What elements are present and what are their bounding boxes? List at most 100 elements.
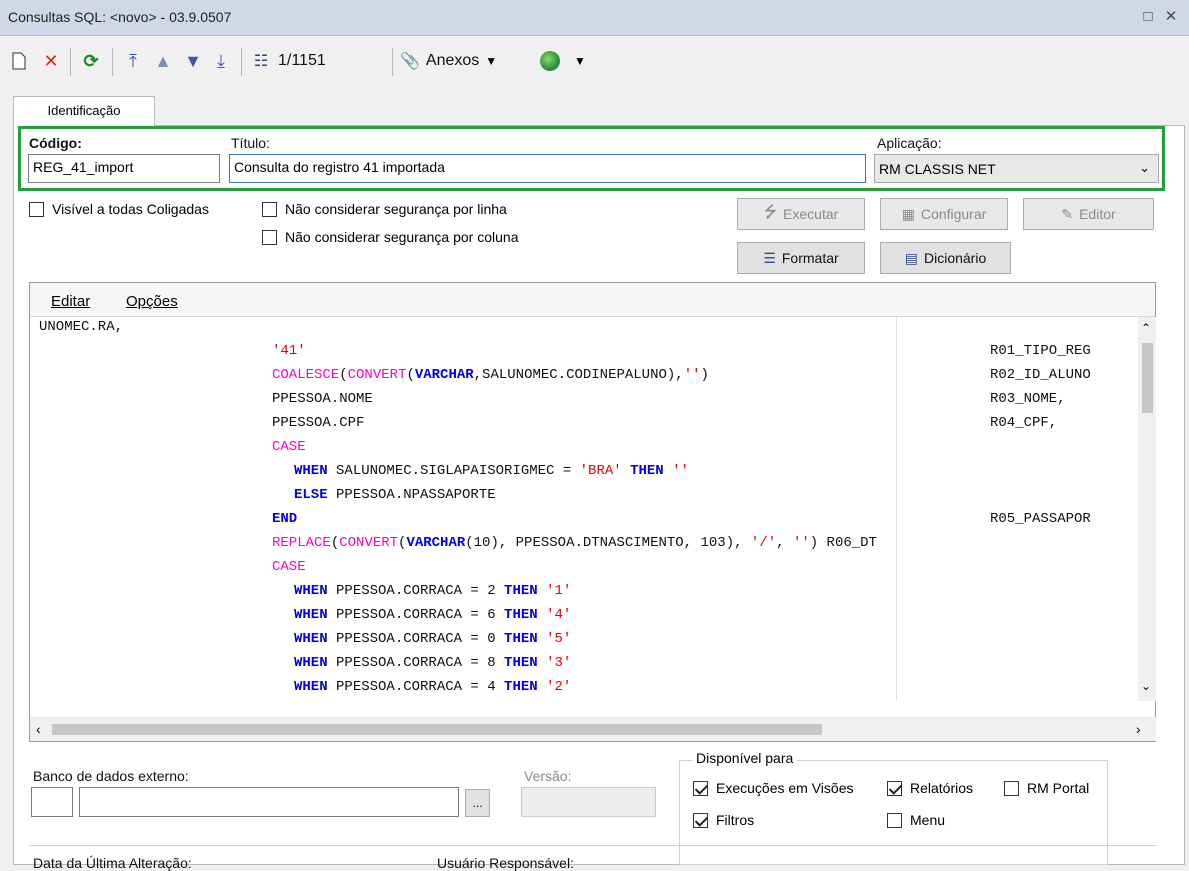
executar-label: Executar [783, 206, 839, 222]
anexos-label: Anexos [425, 52, 480, 69]
binoculars-icon[interactable]: ☷ [248, 46, 274, 76]
menu-checkbox[interactable]: Menu [887, 812, 945, 828]
versao-label: Versão: [524, 768, 572, 784]
relatorios-checkbox[interactable]: Relatórios [887, 780, 973, 796]
editor-menubar: Editar Opções [30, 283, 1155, 317]
code-line: '41' [272, 343, 306, 359]
close-window-icon[interactable]: ✕ [1160, 6, 1182, 28]
divider [29, 845, 1156, 846]
checkbox-box [262, 201, 277, 217]
new-document-icon[interactable] [6, 46, 32, 76]
code-line: R01_TIPO_REG [990, 343, 1091, 359]
code-area[interactable]: UNOMEC.RA, '41' R01_TIPO_REG COALESCE(CO… [30, 317, 1138, 701]
format-lines-icon: ☰ [763, 249, 776, 266]
code-line: PPESSOA.NOME [272, 391, 373, 407]
code-line: END [272, 511, 298, 527]
grid-icon: ▦ [901, 205, 915, 222]
code-line: PPESSOA.CPF [272, 415, 365, 431]
code-line: COALESCE(CONVERT(VARCHAR,SALUNOMEC.CODIN… [272, 367, 709, 383]
restore-icon[interactable]: □ [1137, 6, 1159, 28]
scroll-up-icon[interactable]: ⌃ [1141, 321, 1151, 335]
banco-name-field[interactable] [79, 787, 459, 817]
banco-label: Banco de dados externo: [33, 768, 189, 784]
code-line: WHEN PPESSOA.CORRACA = 0 THEN '5' [294, 631, 572, 647]
record-counter: 1/1151 [278, 52, 326, 69]
data-alteracao-label: Data da Última Alteração: [33, 855, 192, 871]
configurar-button[interactable]: ▦ Configurar [880, 198, 1008, 230]
horizontal-scroll-thumb[interactable] [52, 724, 822, 735]
right-margin-line [896, 317, 897, 701]
checkbox-checked [693, 812, 708, 828]
visivel-label: Visível a todas Coligadas [52, 201, 209, 217]
lightning-icon: ⭍ [763, 203, 778, 221]
versao-field [521, 787, 656, 817]
vertical-scrollbar[interactable]: ⌃ ⌄ [1138, 317, 1156, 701]
browse-button[interactable]: ... [465, 789, 490, 817]
chevron-down-icon: ▼ [485, 54, 498, 68]
checkbox-box [887, 812, 902, 828]
executar-button[interactable]: ⭍ Executar [737, 198, 865, 230]
titulo-field[interactable]: Consulta do registro 41 importada [229, 154, 866, 183]
formatar-label: Formatar [781, 250, 839, 266]
banco-code-field[interactable] [31, 787, 73, 817]
delete-icon[interactable]: ✕ [38, 46, 64, 76]
horizontal-scrollbar[interactable]: ‹ › [30, 717, 1156, 741]
code-line: WHEN PPESSOA.CORRACA = 2 THEN '1' [294, 583, 572, 599]
code-line: WHEN PPESSOA.CORRACA = 4 THEN '2' [294, 679, 572, 695]
next-record-icon[interactable]: ▼ [180, 46, 206, 76]
visivel-coligadas-checkbox[interactable]: Visível a todas Coligadas [29, 201, 209, 217]
anexos-button[interactable]: 📎 Anexos ▼ [400, 46, 530, 76]
aplicacao-value: RM CLASSIS NET [879, 161, 996, 177]
aplicacao-select[interactable]: RM CLASSIS NET ⌄ [874, 154, 1159, 183]
paperclip-icon: 📎 [400, 53, 420, 70]
scroll-left-icon[interactable]: ‹ [36, 721, 41, 737]
sql-editor[interactable]: Editar Opções UNOMEC.RA, '41' R01_TIPO_R… [29, 282, 1156, 742]
editor-button[interactable]: ✎ Editor [1023, 198, 1154, 230]
rm-portal-checkbox[interactable]: RM Portal [1004, 780, 1089, 796]
scroll-right-icon[interactable]: › [1136, 721, 1141, 737]
filtros-checkbox[interactable]: Filtros [693, 812, 754, 828]
window-titlebar: Consultas SQL: <novo> - 03.9.0507 □ ✕ [0, 0, 1189, 36]
code-line: UNOMEC.RA, [39, 319, 124, 335]
exec-visoes-label: Execuções em Visões [716, 780, 854, 796]
last-record-icon[interactable]: ⤓ [208, 46, 234, 76]
code-line: R02_ID_ALUNO [990, 367, 1091, 383]
code-line: CASE [272, 439, 306, 455]
tab-identificacao[interactable]: Identificação [13, 96, 155, 126]
usuario-label: Usuário Responsável: [437, 855, 574, 871]
seg-coluna-label: Não considerar segurança por coluna [285, 229, 519, 245]
chevron-down-icon: ⌄ [1139, 160, 1150, 175]
edit-document-icon: ✎ [1061, 205, 1074, 222]
formatar-button[interactable]: ☰ Formatar [737, 242, 865, 274]
codigo-label: Código: [29, 135, 82, 151]
toolbar: ✕ ⟳ ⤒ ▲ ▼ ⤓ ☷ 1/1151 📎 Anexos ▼ ▼ [0, 38, 1189, 84]
codigo-field[interactable]: REG_41_import [28, 154, 220, 183]
checkbox-box [262, 229, 277, 245]
checkbox-box [29, 201, 44, 217]
vertical-scroll-thumb[interactable] [1142, 343, 1153, 413]
code-line: R04_CPF, [990, 415, 1058, 431]
exec-visoes-checkbox[interactable]: Execuções em Visões [693, 780, 853, 796]
menu-editar[interactable]: Editar [51, 293, 90, 310]
scroll-down-icon[interactable]: ⌄ [1141, 679, 1151, 693]
first-record-icon[interactable]: ⤒ [120, 46, 146, 76]
disponivel-title: Disponível para [692, 750, 798, 766]
window-title: Consultas SQL: <novo> - 03.9.0507 [8, 9, 232, 25]
dicionario-label: Dicionário [923, 250, 987, 266]
code-line: ELSE PPESSOA.NPASSAPORTE [294, 487, 496, 503]
globe-menu-button[interactable]: ▼ [540, 46, 600, 76]
seg-linha-checkbox[interactable]: Não considerar segurança por linha [262, 201, 507, 217]
seg-coluna-checkbox[interactable]: Não considerar segurança por coluna [262, 229, 518, 245]
code-line: REPLACE(CONVERT(VARCHAR(10), PPESSOA.DTN… [272, 535, 877, 551]
chevron-down-icon: ▼ [574, 54, 586, 68]
code-line: WHEN PPESSOA.CORRACA = 8 THEN '3' [294, 655, 572, 671]
code-line: R05_PASSAPOR [990, 511, 1091, 527]
previous-record-icon[interactable]: ▲ [150, 46, 176, 76]
code-line: R03_NOME, [990, 391, 1066, 407]
menu-label: Menu [910, 812, 946, 828]
dicionario-button[interactable]: ▤ Dicionário [880, 242, 1011, 274]
titulo-label: Título: [231, 135, 270, 151]
menu-opcoes[interactable]: Opções [126, 293, 178, 310]
refresh-icon[interactable]: ⟳ [78, 46, 104, 76]
checkbox-box [1004, 780, 1019, 796]
